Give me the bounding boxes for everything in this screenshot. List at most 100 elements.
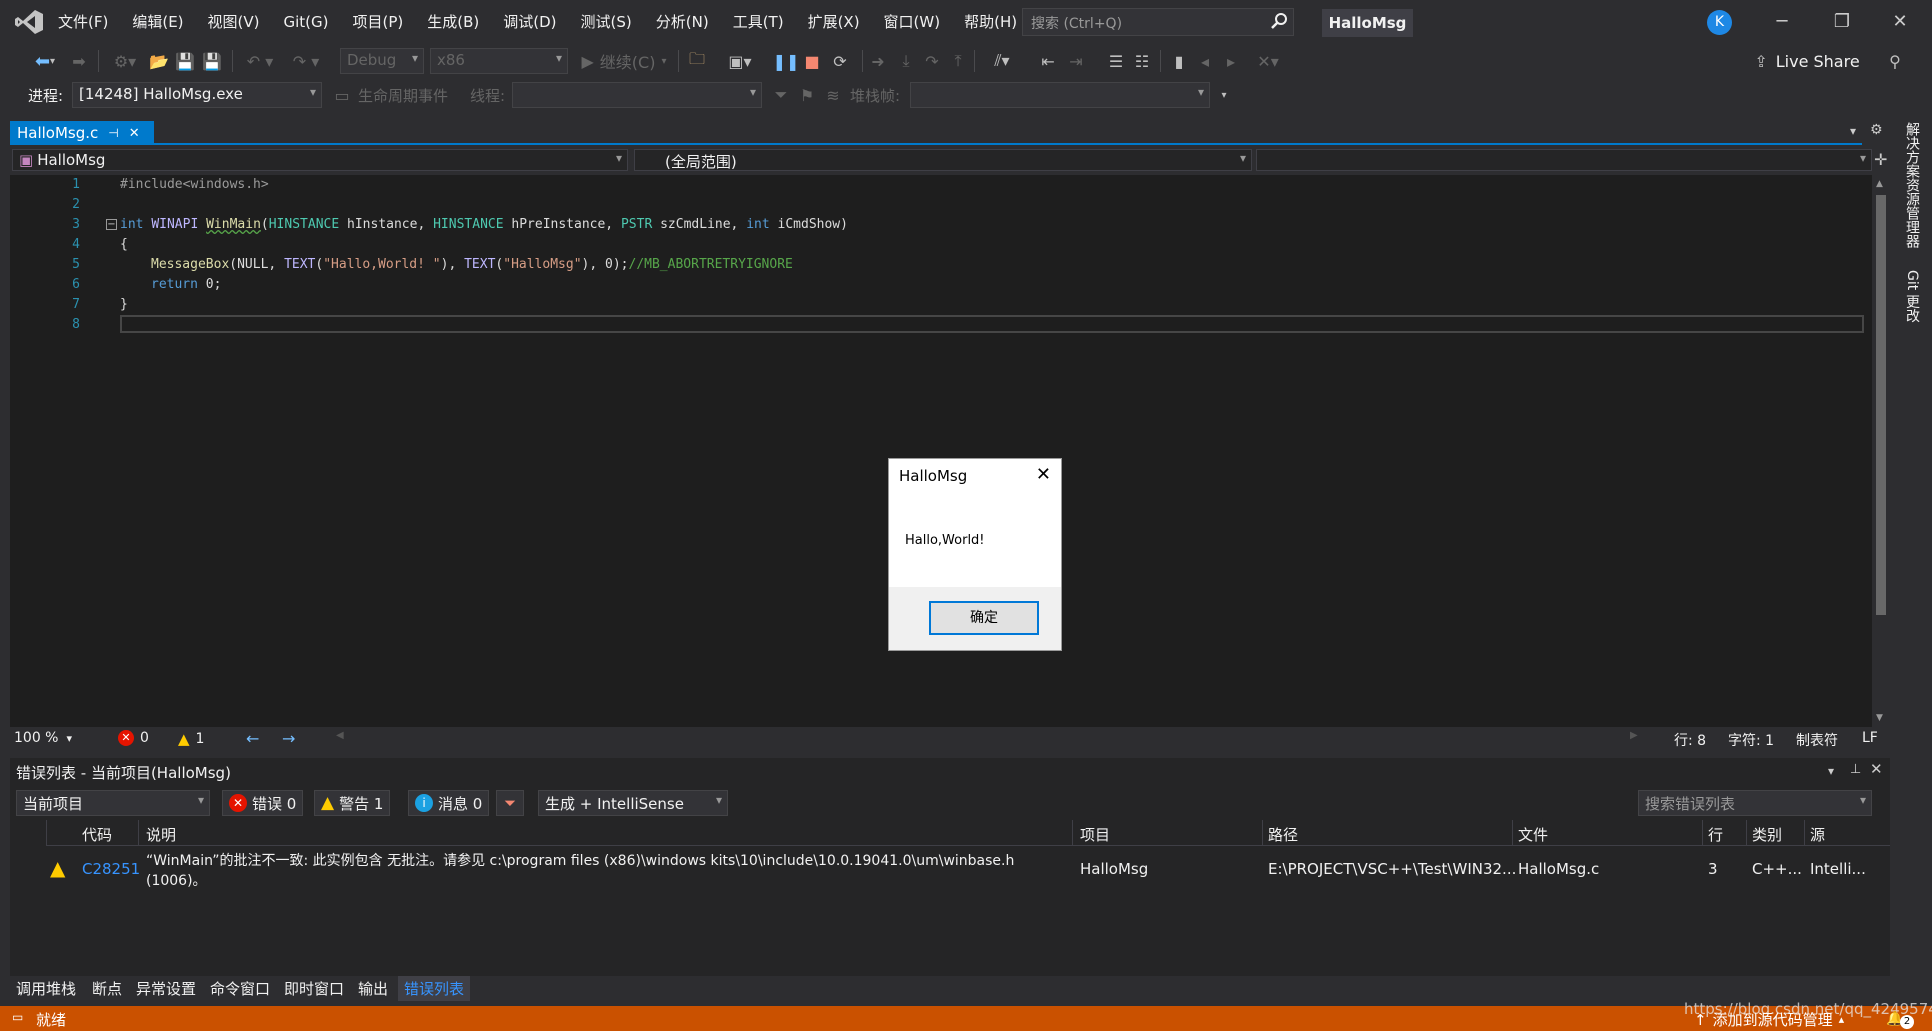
menu-view[interactable]: 视图(V) bbox=[196, 0, 272, 44]
menu-analyze[interactable]: 分析(N) bbox=[644, 0, 721, 44]
tab-error-list[interactable]: 错误列表 bbox=[398, 976, 471, 1001]
scope-filter-select[interactable]: 当前项目 bbox=[16, 790, 210, 816]
platform-select[interactable]: x86 bbox=[430, 48, 568, 74]
window-position-icon[interactable]: ▾ bbox=[1828, 764, 1834, 778]
messages-filter-button[interactable]: i 消息 0 bbox=[408, 790, 490, 816]
live-share-button[interactable]: ⇪ Live Share bbox=[1752, 44, 1862, 78]
column-code[interactable]: 代码 bbox=[82, 824, 112, 845]
ok-button[interactable]: 确定 bbox=[929, 601, 1039, 635]
warning-count[interactable]: ▲ 1 bbox=[178, 730, 204, 748]
line-ending-indicator[interactable]: LF bbox=[1862, 730, 1878, 746]
avatar[interactable]: K bbox=[1707, 10, 1732, 35]
tab-call-stack[interactable]: 调用堆栈 bbox=[16, 978, 76, 999]
tab-exception-settings[interactable]: 异常设置 bbox=[136, 978, 196, 999]
application-insights-icon[interactable]: ▣▾ bbox=[720, 44, 760, 78]
warnings-filter-button[interactable]: ▲ 警告 1 bbox=[314, 790, 391, 816]
toolbar-options-icon[interactable]: ▾ bbox=[1216, 78, 1232, 112]
column-line[interactable]: 行 bbox=[1708, 824, 1723, 845]
lifecycle-events-button[interactable]: 生命周期事件 bbox=[358, 85, 448, 106]
pin-icon[interactable]: ⊥ bbox=[1850, 762, 1861, 777]
settings-icon[interactable]: ⚙ bbox=[1870, 122, 1883, 138]
next-bookmark-icon[interactable]: ▸ bbox=[1220, 44, 1242, 78]
clear-bookmarks-icon[interactable]: ✕▾ bbox=[1248, 44, 1288, 78]
menu-build[interactable]: 生成(B) bbox=[415, 0, 491, 44]
save-all-icon[interactable]: 💾 bbox=[200, 44, 224, 78]
search-icon[interactable] bbox=[1270, 11, 1290, 31]
step-out-icon[interactable]: ⤒ bbox=[946, 44, 970, 78]
add-to-source-control-button[interactable]: ↑ 添加到源代码管理 ▴ bbox=[1694, 1009, 1844, 1030]
tab-command-window[interactable]: 命令窗口 bbox=[210, 978, 270, 999]
tab-breakpoints[interactable]: 断点 bbox=[92, 978, 122, 999]
tabs-indicator[interactable]: 制表符 bbox=[1796, 730, 1838, 750]
close-icon[interactable]: ✕ bbox=[1880, 6, 1920, 38]
find-in-files-icon[interactable]: 🗀 bbox=[684, 44, 710, 78]
menu-file[interactable]: 文件(F) bbox=[46, 0, 120, 44]
solution-explorer-tab[interactable]: 解决方案资源管理器 bbox=[1902, 122, 1922, 248]
new-project-icon[interactable]: ⚙▾ bbox=[106, 44, 144, 78]
show-next-statement-icon[interactable]: ➜ bbox=[866, 44, 890, 78]
split-editor-icon[interactable]: ✛ bbox=[1874, 150, 1887, 169]
restore-icon[interactable]: ❐ bbox=[1822, 6, 1862, 38]
h-scroll-right-icon[interactable]: ▶ bbox=[1630, 730, 1638, 741]
prev-bookmark-icon[interactable]: ◂ bbox=[1194, 44, 1216, 78]
minimize-icon[interactable]: ─ bbox=[1762, 6, 1802, 38]
process-select[interactable]: [14248] HalloMsg.exe bbox=[72, 82, 322, 108]
build-filter-select[interactable]: 生成 + IntelliSense bbox=[538, 790, 728, 816]
flag-thread-icon[interactable]: ⚑ bbox=[796, 78, 818, 112]
bookmark-icon[interactable]: ▮ bbox=[1168, 44, 1190, 78]
lifecycle-icon[interactable]: ▭ bbox=[330, 78, 354, 112]
column-project[interactable]: 项目 bbox=[1080, 824, 1110, 845]
menu-test[interactable]: 测试(S) bbox=[569, 0, 644, 44]
continue-button[interactable]: ▶ 继续(C) ▾ bbox=[578, 44, 670, 78]
errors-filter-button[interactable]: ✕ 错误 0 bbox=[222, 790, 304, 816]
project-select[interactable]: ▣ HalloMsg bbox=[12, 149, 628, 171]
git-changes-tab[interactable]: Git 更改 bbox=[1902, 270, 1922, 323]
step-over-icon[interactable]: ↷ bbox=[920, 44, 944, 78]
menu-help[interactable]: 帮助(H) bbox=[952, 0, 1029, 44]
next-issue-icon[interactable]: → bbox=[282, 729, 295, 748]
column-file[interactable]: 文件 bbox=[1518, 824, 1548, 845]
back-icon[interactable]: ⬅ ▾ bbox=[28, 44, 62, 78]
close-panel-icon[interactable]: ✕ bbox=[1870, 760, 1883, 778]
column-description[interactable]: 说明 bbox=[146, 824, 176, 845]
menu-debug[interactable]: 调试(D) bbox=[491, 0, 568, 44]
close-tab-icon[interactable]: ✕ bbox=[129, 126, 140, 141]
error-count[interactable]: ✕ 0 bbox=[118, 730, 149, 746]
menu-project[interactable]: 项目(P) bbox=[341, 0, 416, 44]
scroll-up-icon[interactable]: ▲ bbox=[1876, 179, 1883, 189]
tab-output[interactable]: 输出 bbox=[358, 978, 388, 999]
stack-icon[interactable]: ≋ bbox=[822, 78, 844, 112]
step-into-icon[interactable]: ⤓ bbox=[894, 44, 918, 78]
column-category[interactable]: 类别 bbox=[1752, 824, 1782, 845]
scope-select[interactable]: (全局范围) bbox=[634, 149, 1252, 171]
previous-issue-icon[interactable]: ← bbox=[246, 729, 259, 748]
collapse-icon[interactable]: − bbox=[106, 219, 117, 230]
notifications-icon[interactable]: 🔔 2 bbox=[1886, 1009, 1914, 1029]
open-file-icon[interactable]: 📂 bbox=[148, 44, 170, 78]
uncomment-icon[interactable]: ☷ bbox=[1130, 44, 1154, 78]
filter-icon[interactable]: ⏷ bbox=[770, 78, 792, 112]
tab-immediate-window[interactable]: 即时窗口 bbox=[284, 978, 344, 999]
h-scroll-left-icon[interactable]: ◀ bbox=[336, 730, 344, 741]
member-select[interactable] bbox=[1256, 149, 1872, 171]
scroll-down-icon[interactable]: ▼ bbox=[1876, 713, 1883, 723]
line-indicator[interactable]: 行: 8 bbox=[1674, 730, 1706, 750]
save-icon[interactable]: 💾 bbox=[174, 44, 196, 78]
filter-icon[interactable]: ⏷ bbox=[496, 790, 524, 816]
tab-list-dropdown-icon[interactable]: ▾ bbox=[1850, 124, 1856, 138]
error-list-search-input[interactable]: 搜索错误列表 bbox=[1638, 790, 1872, 816]
column-source[interactable]: 源 bbox=[1810, 824, 1825, 845]
redo-icon[interactable]: ↷ ▾ bbox=[286, 44, 326, 78]
stack-frame-select[interactable] bbox=[910, 82, 1210, 108]
error-code-link[interactable]: C28251 bbox=[82, 860, 140, 878]
stop-icon[interactable]: ■ bbox=[802, 44, 822, 78]
menu-window[interactable]: 窗口(W) bbox=[872, 0, 953, 44]
comment-icon[interactable]: ☰ bbox=[1104, 44, 1128, 78]
menu-git[interactable]: Git(G) bbox=[272, 0, 341, 44]
line-navigation-icon[interactable]: ⇤ bbox=[1036, 44, 1060, 78]
menu-tools[interactable]: 工具(T) bbox=[721, 0, 796, 44]
toggle-icon[interactable]: ⇥ bbox=[1064, 44, 1088, 78]
tab-hallomsg-c[interactable]: HalloMsg.c ⊣ ✕ bbox=[10, 121, 154, 145]
close-icon[interactable]: ✕ bbox=[1036, 464, 1051, 485]
restart-icon[interactable]: ⟳ bbox=[828, 44, 852, 78]
